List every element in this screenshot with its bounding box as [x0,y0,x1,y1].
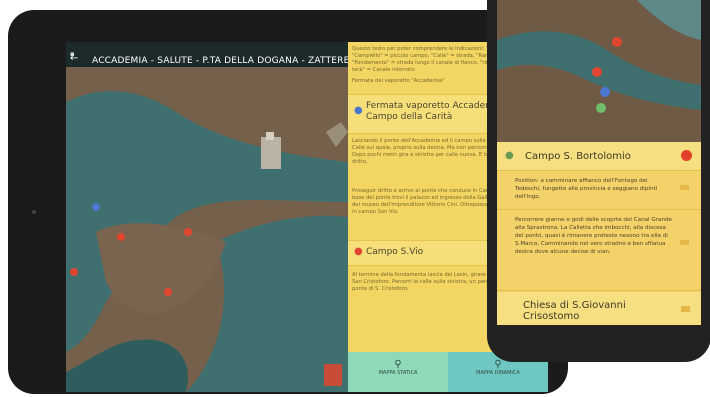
list-item[interactable]: Position: a camminare affianco dell'Font… [497,171,701,210]
app-bar: ▪ ← ACCADEMIA - SALUTE - P.TA DELLA DOGA… [66,50,350,72]
tab-label: MAPPA STATICA [378,370,418,376]
phone-stop-list: ● Campo S. Bortolomio Position: a cammin… [497,142,701,325]
stop-title: Chiesa di S.Giovanni Crisostomo [523,300,626,322]
map-pin-blue[interactable] [92,203,100,211]
location-pin-icon: ● [505,150,514,161]
tab-static-map[interactable]: ⚲ MAPPA STATICA [348,352,448,392]
list-item[interactable]: Percorrere gianne e godi delle scoprte d… [497,210,701,291]
map-pin-red-3[interactable] [70,268,78,276]
phone-pin-green[interactable] [596,103,606,113]
phone-pin-red-1[interactable] [612,37,622,47]
phone-satellite-map[interactable] [497,0,701,142]
phone-stop-header[interactable]: ● Campo S. Bortolomio [497,142,701,171]
phone-screen: ● Campo S. Bortolomio Position: a cammin… [497,0,701,325]
phone-map-graphic [497,0,701,142]
location-pin-icon: ● [354,105,363,116]
phone-next-stop[interactable]: Chiesa di S.Giovanni Crisostomo [497,292,701,325]
phone-pin-red-2[interactable] [592,67,602,77]
tablet-screen: ▪ ← ACCADEMIA - SALUTE - P.TA DELLA DOGA… [66,42,548,392]
map-pin-red-1[interactable] [117,233,125,241]
stop-title: Campo S. Bortolomio [525,151,631,162]
list-item-text: Position: a camminare affianco dell'Font… [515,178,658,200]
close-icon[interactable] [681,150,692,161]
tablet-device: ▪ ← ACCADEMIA - SALUTE - P.TA DELLA DOGA… [8,10,568,394]
list-item-text: Percorrere gianne e godi delle scoprte d… [515,217,672,255]
location-pin-icon: ● [354,246,363,257]
map-pin-icon: ⚲ [394,359,402,370]
phone-device: ● Campo S. Bortolomio Position: a cammin… [487,0,710,362]
back-icon[interactable]: ← [70,53,78,64]
map-pin-corner [324,364,342,386]
page-title: ACCADEMIA - SALUTE - P.TA DELLA DOGANA -… [92,56,350,66]
map-pin-red-4[interactable] [164,288,172,296]
expand-icon[interactable] [681,306,690,312]
expand-icon[interactable] [680,240,689,245]
map-graphic [66,42,348,392]
phone-pin-blue[interactable] [600,87,610,97]
expand-icon[interactable] [680,185,689,190]
satellite-map[interactable] [66,42,348,392]
tablet-camera [32,210,36,214]
tab-label: MAPPA DINAMICA [476,370,520,376]
map-pin-red-2[interactable] [184,228,192,236]
